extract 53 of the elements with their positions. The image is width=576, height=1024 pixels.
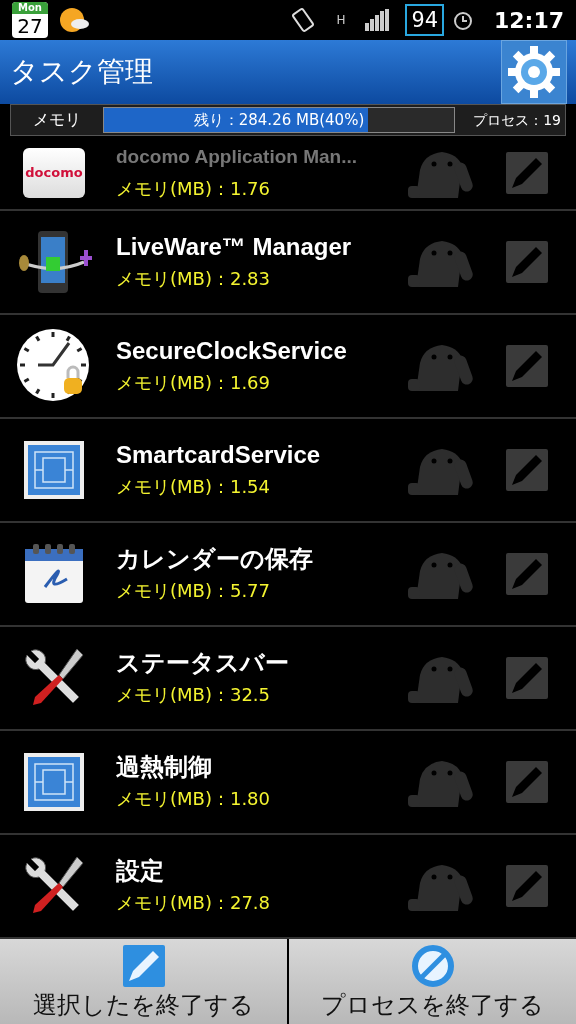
- edit-icon[interactable]: [506, 761, 548, 803]
- memory-usage: メモリ(MB)：1.54: [116, 474, 271, 499]
- task-row[interactable]: SmartcardService メモリ(MB)：1.54: [0, 419, 576, 523]
- clock-icon: [16, 328, 92, 404]
- edit-icon[interactable]: [506, 865, 548, 907]
- settings-button[interactable]: [501, 40, 567, 104]
- app-name: 過熱制御: [116, 752, 213, 781]
- prohibited-icon: [411, 944, 454, 987]
- alarm-icon: [451, 9, 474, 31]
- footer-button[interactable]: 選択したを終了する: [0, 939, 287, 1024]
- memory-usage: メモリ(MB)：1.69: [116, 370, 271, 395]
- app-name: LiveWare™ Manager: [116, 232, 353, 261]
- calendar-date: 27: [17, 14, 43, 38]
- network-type: H: [336, 12, 346, 29]
- clock-time: 12:17: [493, 6, 564, 35]
- app-name: カレンダーの保存: [116, 544, 314, 573]
- task-row[interactable]: ステータスバー メモリ(MB)：32.5: [0, 627, 576, 731]
- memory-usage: メモリ(MB)：32.5: [116, 682, 271, 707]
- task-row[interactable]: 過熱制御 メモリ(MB)：1.80: [0, 731, 576, 835]
- battery-level: 94: [405, 4, 444, 36]
- icon-label: docomo: [25, 163, 83, 182]
- edit-icon[interactable]: [506, 553, 548, 595]
- edit-icon[interactable]: [506, 151, 548, 194]
- settings-icon: [508, 46, 560, 98]
- task-row[interactable]: docomo docomo Application Man... メモリ(MB)：1.76: [0, 136, 576, 211]
- edit-icon[interactable]: [506, 241, 548, 283]
- memory-usage: メモリ(MB)：27.8: [116, 890, 271, 915]
- edit-icon[interactable]: [506, 449, 548, 491]
- signal-icon: [365, 9, 390, 31]
- memory-usage: メモリ(MB)：2.83: [116, 266, 271, 291]
- edit-icon[interactable]: [506, 657, 548, 699]
- memory-usage: メモリ(MB)：1.80: [116, 786, 271, 811]
- task-row[interactable]: カレンダーの保存 メモリ(MB)：5.77: [0, 523, 576, 627]
- calendar-icon: [23, 543, 85, 605]
- pencil-icon: [122, 944, 165, 987]
- app-name: ステータスバー: [116, 648, 290, 677]
- memory-usage: メモリ(MB)：1.76: [116, 177, 271, 201]
- app-name: SmartcardService: [116, 440, 322, 469]
- process-count: プロセス：19: [472, 110, 562, 130]
- task-row[interactable]: LiveWare™ Manager メモリ(MB)：2.83: [0, 211, 576, 315]
- blueprint-icon: [23, 752, 85, 812]
- edit-icon[interactable]: [506, 345, 548, 387]
- app-name: docomo Application Man...: [116, 145, 359, 169]
- memory-usage: メモリ(MB)：5.77: [116, 578, 271, 603]
- app-name: 設定: [116, 856, 165, 885]
- rotation-icon: [290, 7, 317, 33]
- memory-label: メモリ: [32, 109, 82, 131]
- task-row[interactable]: SecureClockService メモリ(MB)：1.69: [0, 315, 576, 419]
- blueprint-icon: [23, 440, 85, 500]
- app-title: タスク管理: [10, 54, 154, 90]
- calendar-day: Mon: [12, 2, 48, 14]
- footer-button[interactable]: プロセスを終了する: [289, 939, 576, 1024]
- app-name: SecureClockService: [116, 336, 348, 365]
